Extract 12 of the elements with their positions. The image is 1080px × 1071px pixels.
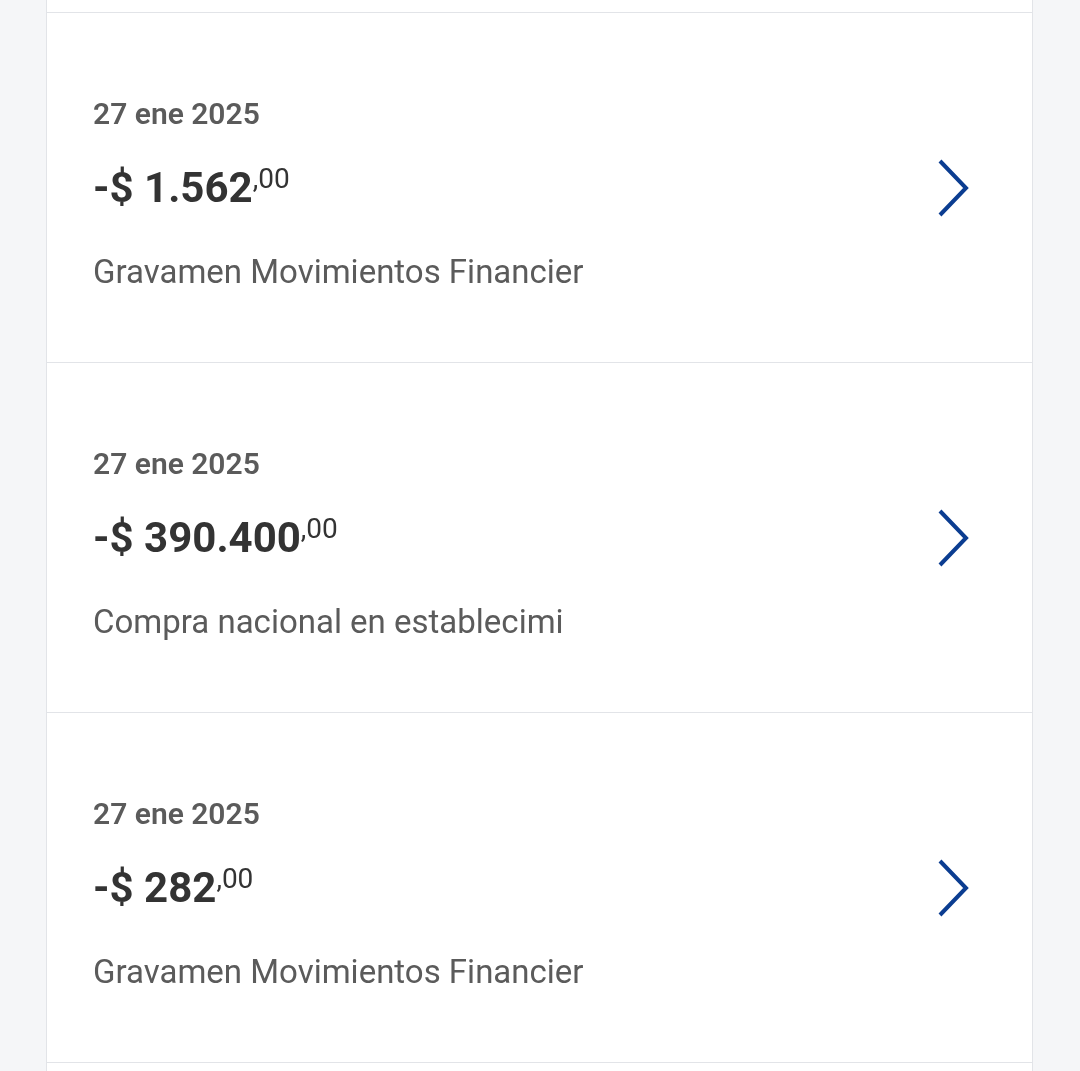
transaction-amount: -$ 1.562$^{,00}$: [93, 161, 291, 214]
transaction-amount: -$ 390.400$^{,00}$: [93, 511, 339, 564]
transaction-date: 27 ene 2025: [93, 96, 261, 132]
transaction-date: 27 ene 2025: [93, 796, 261, 832]
chevron-right-icon[interactable]: [936, 858, 970, 918]
chevron-right-icon[interactable]: [936, 158, 970, 218]
transaction-description: Gravamen Movimientos Financier: [93, 251, 585, 293]
transaction-description: Compra nacional en establecimi: [93, 601, 565, 643]
chevron-right-icon[interactable]: [936, 508, 970, 568]
transaction-date: 27 ene 2025: [93, 446, 261, 482]
transaction-amount: -$ 282$^{,00}$: [93, 861, 255, 914]
transaction-description: Gravamen Movimientos Financier: [93, 951, 585, 993]
